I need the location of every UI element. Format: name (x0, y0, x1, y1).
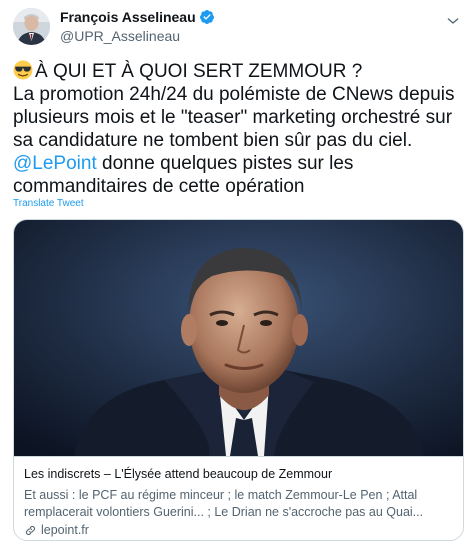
card-description: Et aussi : le PCF au régime minceur ; le… (24, 487, 456, 521)
mention-link[interactable]: @LePoint (13, 153, 97, 174)
card-description-line: Et aussi : le PCF au régime minceur ; le… (24, 488, 418, 502)
card-body[interactable]: Les indiscrets – L'Élysée attend beaucou… (14, 456, 463, 540)
card-domain[interactable]: lepoint.fr (24, 523, 89, 537)
author-handle[interactable]: @UPR_Asselineau (60, 28, 180, 44)
sunglasses-emoji-icon (13, 60, 33, 80)
card-description-line: remplacerait volontiers Guerini... ; Le … (24, 505, 424, 519)
chevron-down-icon[interactable] (445, 13, 461, 29)
author-name-text[interactable]: François Asselineau (60, 9, 196, 25)
card-title[interactable]: Les indiscrets – L'Élysée attend beaucou… (24, 467, 332, 481)
tweet-mention-line: @LePoint donne quelques pistes sur les c… (13, 152, 468, 198)
tweet-text: À QUI ET À QUOI SERT ZEMMOUR ? La promot… (13, 60, 468, 198)
link-preview-card[interactable]: Les indiscrets – L'Élysée attend beaucou… (13, 219, 464, 541)
tweet-line-headline: À QUI ET À QUOI SERT ZEMMOUR ? (13, 60, 468, 83)
link-icon (25, 525, 36, 535)
tweet-headline-text: À QUI ET À QUOI SERT ZEMMOUR ? (35, 61, 363, 82)
author-avatar[interactable] (13, 8, 50, 45)
translate-tweet-link[interactable]: Translate Tweet (13, 198, 84, 209)
tweet-body-text: La promotion 24h/24 du polémiste de CNew… (13, 84, 455, 151)
card-image[interactable] (14, 220, 464, 456)
card-domain-text[interactable]: lepoint.fr (41, 523, 89, 537)
tweet: François Asselineau @UPR_Asselineau À QU… (0, 0, 475, 552)
verified-badge-icon (199, 10, 214, 24)
author-name[interactable]: François Asselineau (60, 9, 215, 25)
